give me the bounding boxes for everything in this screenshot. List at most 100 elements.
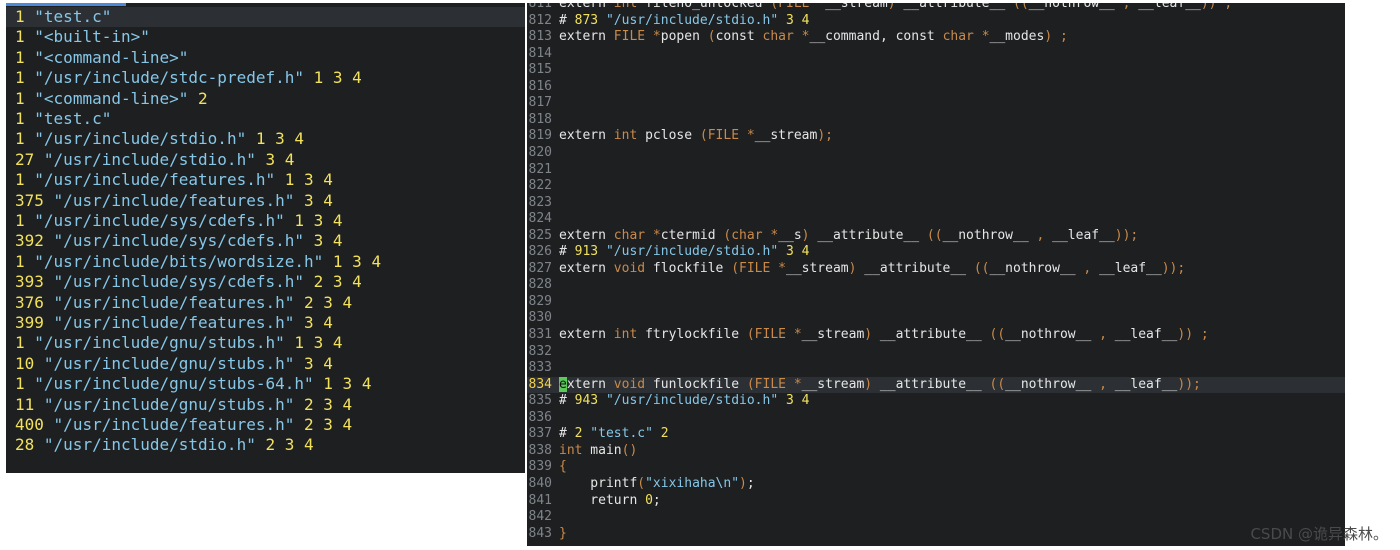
- code-token: 3 4: [778, 12, 810, 28]
- code-token: ;: [746, 475, 755, 491]
- code-token: ));: [1177, 376, 1201, 392]
- code-token: ,: [1075, 260, 1100, 276]
- code-token: ,: [1114, 3, 1139, 11]
- code-token: __command, const: [809, 29, 943, 45]
- code-line: 832: [527, 344, 1345, 361]
- linemarker-row: 1 "/usr/include/sys/cdefs.h" 1 3 4: [6, 211, 525, 231]
- code-token: *: [645, 227, 661, 243]
- code-token: "xixihaha\n": [645, 475, 740, 491]
- code-token: char: [762, 29, 794, 45]
- line-number: 822: [528, 178, 552, 194]
- linemarker-filename: "/usr/include/features.h": [53, 292, 295, 312]
- linemarker-filename: "/usr/include/sys/cdefs.h": [53, 272, 304, 292]
- line-number: 824: [528, 211, 552, 227]
- code-token: char: [942, 29, 974, 45]
- code-token: )) ;: [1177, 327, 1209, 342]
- linemarker-row: 28 "/usr/include/stdio.h" 2 3 4: [6, 435, 525, 455]
- code-token: extern: [559, 128, 614, 144]
- code-token: ): [864, 376, 873, 392]
- code-token: ,: [1091, 376, 1115, 392]
- code-token: __attribute__: [809, 227, 927, 243]
- code-token: int: [613, 327, 638, 342]
- code-token: *: [793, 29, 810, 45]
- line-number: 831: [528, 327, 552, 342]
- code-line: 834 extern void funlockfile (FILE *__stre…: [527, 376, 1345, 394]
- code-text: return 0;: [559, 493, 660, 510]
- linemarker-flags: 2 3 4: [304, 292, 353, 312]
- line-number: 815: [528, 62, 552, 78]
- line-number: 834: [528, 376, 552, 392]
- code-token: "/usr/include/stdio.h": [598, 12, 779, 28]
- linemarker-row: 1 "/usr/include/gnu/stubs.h" 1 3 4: [6, 333, 525, 353]
- code-line: 818: [527, 112, 1345, 129]
- code-line: 824: [527, 211, 1345, 228]
- line-number: 825: [528, 227, 552, 243]
- linemarker-filename: "/usr/include/sys/cdefs.h": [53, 231, 304, 251]
- linemarker-row: 11 "/usr/include/gnu/stubs.h" 2 3 4: [6, 395, 525, 415]
- code-line: 812 # 873 "/usr/include/stdio.h" 3 4: [527, 13, 1345, 30]
- code-token: (FILE *: [746, 327, 802, 342]
- code-text: # 2 "test.c" 2: [559, 426, 669, 443]
- code-token: ): [887, 3, 896, 11]
- code-token: printf: [559, 475, 638, 491]
- linemarker-filename: "/usr/include/gnu/stubs-64.h": [34, 374, 314, 394]
- linemarker-flags: 2: [198, 88, 208, 108]
- code-token: ): [801, 227, 810, 243]
- linemarker-line-number: 1: [15, 211, 25, 230]
- linemarker-filename: "/usr/include/stdio.h": [43, 149, 256, 169]
- linemarker-flags: 2 3 4: [313, 272, 362, 292]
- linemarker-flags: 2 3 4: [304, 394, 353, 414]
- linemarker-filename: "/usr/include/sys/cdefs.h": [34, 211, 285, 230]
- code-token: *: [762, 227, 779, 243]
- linemarker-line-number: 1: [15, 251, 25, 271]
- code-token: extern: [559, 3, 614, 11]
- code-line: 825 extern char *ctermid (char *__s) __at…: [527, 228, 1345, 245]
- code-text: # 943 "/usr/include/stdio.h" 3 4: [559, 393, 809, 410]
- linemarker-filename: "test.c": [34, 7, 112, 26]
- linemarker-filename: "/usr/include/features.h": [53, 190, 295, 210]
- code-line: 828: [527, 277, 1345, 294]
- line-number: 832: [528, 343, 552, 359]
- code-line: 815: [527, 62, 1345, 79]
- line-number: 813: [528, 29, 552, 45]
- linemarker-line-number: 28: [15, 435, 35, 455]
- linemarker-flags: 3 4: [304, 353, 333, 373]
- code-token: #: [559, 426, 575, 442]
- linemarker-flags: 1 3 4: [332, 251, 382, 271]
- code-token: #: [559, 393, 575, 409]
- code-token: pclose: [637, 128, 700, 144]
- code-token: ((: [989, 327, 1006, 342]
- line-number: 812: [528, 12, 552, 28]
- line-number: 839: [528, 459, 552, 475]
- code-line: 842: [527, 509, 1345, 526]
- code-text: extern char *ctermid (char *__s) __attri…: [559, 228, 1138, 245]
- linemarker-line-number: 11: [15, 394, 35, 414]
- code-token: __attribute__: [895, 3, 1013, 11]
- code-text: extern FILE *popen (const char *__comman…: [559, 29, 1068, 46]
- code-token: extern: [559, 29, 614, 45]
- code-line: 836: [527, 410, 1345, 427]
- code-token: (FILE *: [699, 128, 755, 144]
- code-token: __stream: [825, 3, 888, 11]
- linemarker-flags: 3 4: [265, 149, 295, 169]
- code-line: 822: [527, 178, 1345, 195]
- line-number: 842: [528, 509, 552, 525]
- code-token: #: [559, 12, 575, 28]
- code-token: __attribute__: [872, 376, 990, 392]
- preprocessed-source-pane[interactable]: 811 extern int fileno_unlocked (FILE *__s…: [527, 3, 1345, 546]
- preprocessor-linemarkers-pane[interactable]: 1 "test.c" 1 "<built-in>" 1 "<command-line…: [6, 3, 525, 473]
- line-number: 830: [528, 310, 552, 326]
- code-token: __stream: [786, 260, 849, 276]
- linemarker-flags: 1 3 4: [255, 129, 305, 149]
- code-line: 823: [527, 195, 1345, 212]
- linemarker-flags: 3 4: [304, 190, 333, 210]
- watermark: CSDN @诡异森林。: [1250, 525, 1388, 543]
- linemarker-line-number: 1: [15, 27, 25, 47]
- code-token: __stream: [801, 376, 865, 392]
- code-token: extern: [559, 260, 614, 276]
- code-line: 841 return 0;: [527, 493, 1345, 510]
- code-token: __nothrow__: [1005, 376, 1092, 392]
- linemarker-line-number: 1: [15, 7, 25, 26]
- linemarker-line-number: 1: [15, 88, 25, 108]
- code-token: 913: [574, 244, 599, 260]
